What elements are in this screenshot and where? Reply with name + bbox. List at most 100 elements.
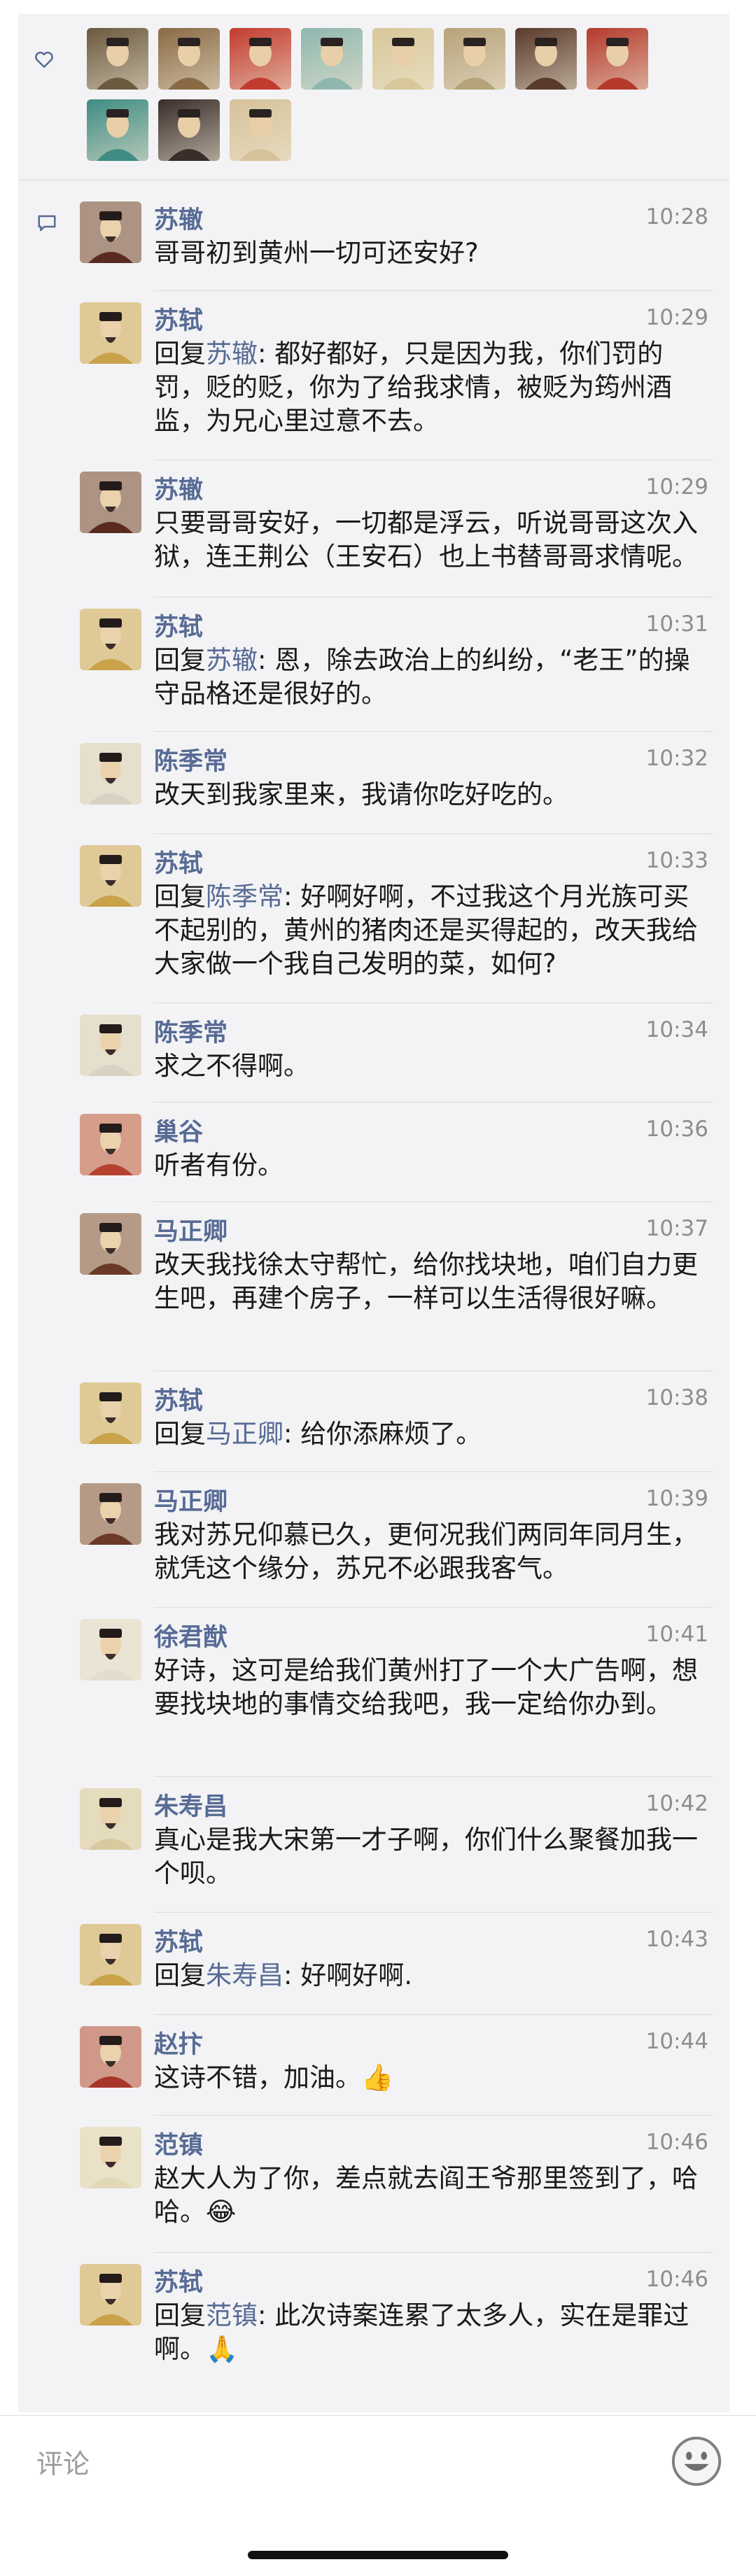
comment-item[interactable]: 苏轼 10:46 回复范镇: 此次诗案连累了太多人，实在是罪过啊。🙏 [80,2253,713,2407]
commenter-name[interactable]: 苏轼 [154,844,203,879]
comment-body: 听者有份。 [154,1150,284,1180]
avatar[interactable] [80,1924,141,1986]
commenter-name[interactable]: 马正卿 [154,1212,227,1247]
comment-input-bar: 评论 [0,2415,756,2508]
comment-time: 10:37 [645,1216,708,1241]
commenter-name[interactable]: 陈季常 [154,1013,227,1049]
comment-time: 10:41 [645,1622,708,1647]
portrait-avatar-3[interactable] [230,28,291,90]
commenter-name[interactable]: 巢谷 [154,1112,203,1148]
avatar[interactable] [80,2026,141,2088]
comment-item[interactable]: 苏轼 10:29 回复苏辙: 都好都好，只是因为我，你们罚的罚，贬的贬，你为了给我求… [80,291,713,460]
comment-item[interactable]: 徐君猷 10:41 好诗，这可是给我们黄州打了一个大广告啊，想要找块地的事情交给我吧… [80,1608,713,1777]
avatar[interactable] [80,1014,141,1076]
comment-body: 改天到我家里来，我请你吃好吃的。 [154,779,568,809]
comment-text: 只要哥哥安好，一切都是浮云，听说哥哥这次入狱，连王荆公（王安石）也上书替哥哥求情… [154,507,707,574]
comment-time: 10:28 [645,204,708,229]
comment-body: : 给你添麻烦了。 [284,1419,482,1449]
reply-target-name[interactable]: 范镇 [206,2300,258,2330]
comment-text: 回复马正卿: 给你添麻烦了。 [154,1417,707,1451]
commenter-name[interactable]: 苏轼 [154,607,203,643]
portrait-avatar-9[interactable] [87,99,148,161]
portrait-avatar-8[interactable] [587,28,648,90]
comment-item[interactable]: 赵抃 10:44 这诗不错，加油。👍 [80,2015,713,2116]
reply-label: 回复 [154,339,206,369]
comment-item[interactable]: 马正卿 10:37 改天我找徐太守帮忙，给你找块地，咱们自力更生吧，再建个房子，一样… [80,1202,713,1371]
reply-target-name[interactable]: 陈季常 [206,882,284,912]
avatar[interactable] [80,302,141,364]
comment-text: 求之不得啊。 [154,1049,707,1083]
emoji-icon: 👍 [361,2062,394,2093]
avatar[interactable] [80,1788,141,1850]
portrait-avatar-1[interactable] [87,28,148,90]
comment-body: 求之不得啊。 [154,1051,309,1081]
avatar[interactable] [80,1114,141,1175]
comment-item[interactable]: 马正卿 10:39 我对苏兄仰慕已久，更何况我们两同年同月生，就凭这个缘分，苏兄不必… [80,1472,713,1608]
avatar[interactable] [80,201,141,263]
commenter-name[interactable]: 苏辙 [154,200,203,236]
comment-item[interactable]: 苏轼 10:33 回复陈季常: 好啊好啊，不过我这个月光族可买不起别的，黄州的猪肉还… [80,834,713,1003]
comment-item[interactable]: 陈季常 10:32 改天到我家里来，我请你吃好吃的。 [80,732,713,834]
comment-time: 10:46 [645,2267,708,2292]
commenter-name[interactable]: 苏轼 [154,1381,203,1417]
comment-body: 这诗不错，加油。 [154,2062,361,2093]
comment-text: 真心是我大宋第一才子啊，你们什么聚餐加我一个呗。 [154,1823,707,1890]
avatar[interactable] [80,1619,141,1680]
comment-item[interactable]: 苏轼 10:43 回复朱寿昌: 好啊好啊. [80,1913,713,2015]
comment-item[interactable]: 范镇 10:46 赵大人为了你，差点就去阎王爷那里签到了，哈哈。😂 [80,2116,713,2253]
commenter-name[interactable]: 赵抃 [154,2025,203,2060]
commenter-name[interactable]: 陈季常 [154,742,227,777]
comment-input[interactable]: 评论 [36,2442,90,2481]
reply-label: 回复 [154,882,206,912]
commenter-name[interactable]: 苏辙 [154,470,203,506]
avatar[interactable] [80,1382,141,1444]
comment-item[interactable]: 苏辙 10:29 只要哥哥安好，一切都是浮云，听说哥哥这次入狱，连王荆公（王安石）也… [80,460,713,597]
commenter-name[interactable]: 苏轼 [154,2263,203,2298]
comment-text: 改天我找徐太守帮忙，给你找块地，咱们自力更生吧，再建个房子，一样可以生活得很好嘛… [154,1248,707,1315]
landscape-avatar-4[interactable] [301,28,363,90]
avatar[interactable] [80,1483,141,1545]
reply-target-name[interactable]: 苏辙 [206,339,258,369]
emoji-icon: 🙏 [206,2334,239,2364]
avatar[interactable] [80,609,141,670]
reply-target-name[interactable]: 苏辙 [206,645,258,675]
avatar[interactable] [80,743,141,805]
commenter-name[interactable]: 朱寿昌 [154,1787,227,1823]
comment-item[interactable]: 朱寿昌 10:42 真心是我大宋第一才子啊，你们什么聚餐加我一个呗。 [80,1777,713,1913]
avatar[interactable] [80,1213,141,1275]
reply-target-name[interactable]: 马正卿 [206,1419,284,1449]
commenter-name[interactable]: 范镇 [154,2125,203,2161]
commenter-name[interactable]: 苏轼 [154,1923,203,1958]
comment-time: 10:29 [645,305,708,330]
comment-item[interactable]: 巢谷 10:36 听者有份。 [80,1103,713,1202]
avatar[interactable] [80,845,141,907]
portrait-avatar-10[interactable] [158,99,220,161]
avatar[interactable] [80,2127,141,2188]
reply-label: 回复 [154,2300,206,2330]
commenter-name[interactable]: 徐君猷 [154,1618,227,1653]
portrait-avatar-11[interactable] [230,99,291,161]
comment-item[interactable]: 陈季常 10:34 求之不得啊。 [80,1003,713,1103]
comment-time: 10:32 [645,746,708,771]
avatar[interactable] [80,2264,141,2326]
avatar[interactable] [80,472,141,533]
smiley-icon[interactable] [669,2434,724,2489]
commenter-name[interactable]: 马正卿 [154,1482,227,1517]
comment-item[interactable]: 苏辙 10:28 哥哥初到黄州一切可还安好? [80,190,713,291]
comment-body: 只要哥哥安好，一切都是浮云，听说哥哥这次入狱，连王荆公（王安石）也上书替哥哥求情… [154,508,698,572]
portrait-avatar-5[interactable] [372,28,434,90]
comment-text: 我对苏兄仰慕已久，更何况我们两同年同月生，就凭这个缘分，苏兄不必跟我客气。 [154,1518,707,1585]
comment-text: 听者有份。 [154,1149,707,1182]
portrait-avatar-6[interactable] [444,28,505,90]
comment-time: 10:34 [645,1017,708,1042]
likes-section [18,14,729,181]
portrait-avatar-7[interactable] [515,28,577,90]
comment-item[interactable]: 苏轼 10:38 回复马正卿: 给你添麻烦了。 [80,1371,713,1472]
comment-body: 好诗，这可是给我们黄州打了一个大广告啊，想要找块地的事情交给我吧，我一定给你办到… [154,1655,698,1719]
reply-target-name[interactable]: 朱寿昌 [206,1960,284,1990]
comment-text: 这诗不错，加油。👍 [154,2061,707,2095]
comment-item[interactable]: 苏轼 10:31 回复苏辙: 恩，除去政治上的纠纷，“老王”的操守品格还是很好的。 [80,597,713,732]
comment-text: 改天到我家里来，我请你吃好吃的。 [154,778,707,812]
commenter-name[interactable]: 苏轼 [154,301,203,337]
portrait-avatar-2[interactable] [158,28,220,90]
